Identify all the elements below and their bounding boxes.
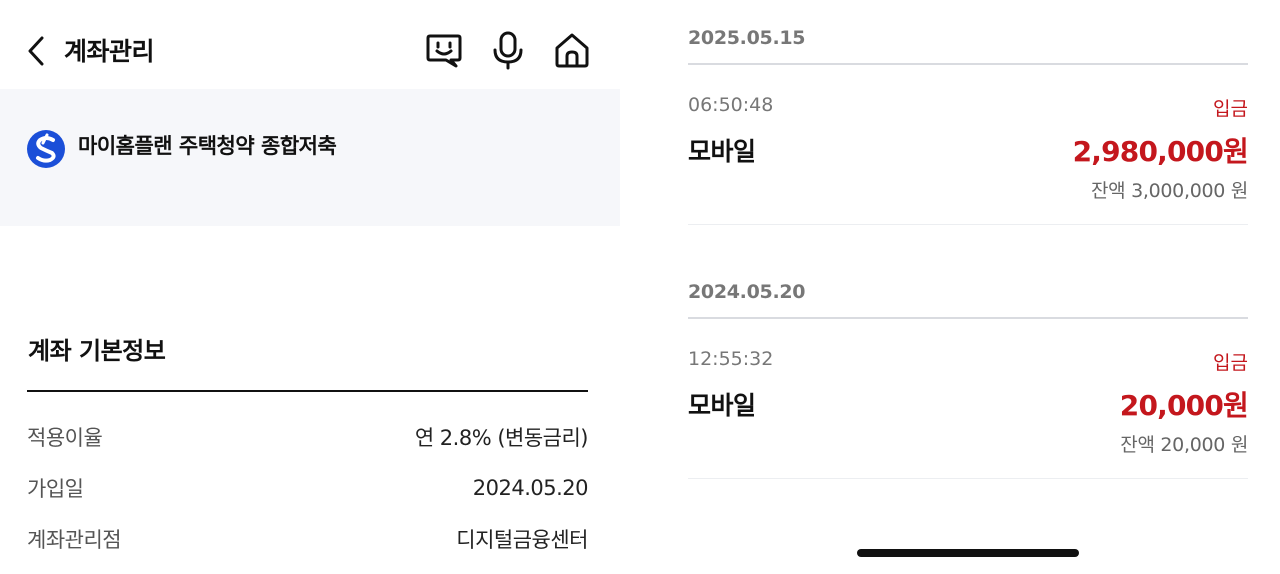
home-indicator[interactable] xyxy=(857,549,1079,557)
transaction-memo: 모바일 xyxy=(688,137,756,166)
product-name: 마이홈플랜 주택청약 종합저축 xyxy=(78,134,337,158)
home-button[interactable] xyxy=(552,30,592,70)
info-row-open-date: 가입일 2024.05.20 xyxy=(27,472,589,504)
info-value: 연 2.8% (변동금리) xyxy=(414,426,589,450)
info-row-branch: 계좌관리점 디지털금융센터 xyxy=(27,523,588,555)
back-icon xyxy=(28,36,44,66)
transaction-type: 입금 xyxy=(1213,352,1248,374)
info-row-interest-rate: 적용이율 연 2.8% (변동금리) xyxy=(27,421,589,453)
transaction-amount: 20,000원 xyxy=(1119,389,1249,422)
transaction-balance: 잔액 3,000,000 원 xyxy=(1090,180,1248,202)
info-label: 가입일 xyxy=(27,477,84,501)
transaction-item[interactable]: 06:50:48 입금 모바일 2,980,000원 잔액 3,000,000 … xyxy=(688,94,1249,244)
account-detail-pane: 계좌관리 마이홈플랜 주택청약 종합저축 계좌 기본정보 적용이율 연 2.8%… xyxy=(0,0,620,574)
transaction-time: 06:50:48 xyxy=(688,94,774,116)
section-title: 계좌 기본정보 xyxy=(28,337,166,365)
info-value: 디지털금융센터 xyxy=(456,528,588,552)
home-icon xyxy=(555,33,589,68)
date-divider xyxy=(688,63,1248,65)
chatbot-button[interactable] xyxy=(424,30,464,70)
back-button[interactable] xyxy=(22,34,50,68)
transaction-amount: 2,980,000원 xyxy=(1072,135,1249,168)
chatbot-icon xyxy=(426,34,462,68)
top-header: 계좌관리 xyxy=(0,0,620,90)
transaction-divider xyxy=(688,478,1248,479)
transaction-history-pane: 2025.05.15 06:50:48 입금 모바일 2,980,000원 잔액… xyxy=(620,0,1280,574)
transaction-memo: 모바일 xyxy=(688,391,756,420)
voice-button[interactable] xyxy=(488,30,528,70)
info-label: 계좌관리점 xyxy=(27,528,122,552)
transaction-type: 입금 xyxy=(1213,98,1248,120)
info-label: 적용이율 xyxy=(27,426,103,450)
section-divider xyxy=(27,390,588,392)
info-value: 2024.05.20 xyxy=(472,476,589,500)
transaction-balance: 잔액 20,000 원 xyxy=(1120,434,1248,456)
transaction-time: 12:55:32 xyxy=(688,348,774,370)
transaction-divider xyxy=(688,224,1248,225)
date-header: 2024.05.20 xyxy=(688,281,806,303)
date-divider xyxy=(688,317,1248,319)
mic-icon xyxy=(493,31,523,70)
page-title: 계좌관리 xyxy=(64,37,155,66)
shinhan-logo-icon xyxy=(27,130,65,168)
transaction-item[interactable]: 12:55:32 입금 모바일 20,000원 잔액 20,000 원 xyxy=(688,348,1249,498)
date-header: 2025.05.15 xyxy=(688,27,806,49)
